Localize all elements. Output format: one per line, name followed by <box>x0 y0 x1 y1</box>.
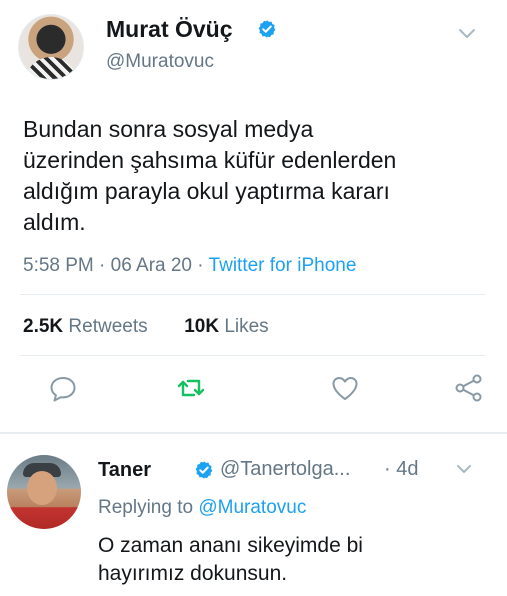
share-icon[interactable] <box>454 373 484 403</box>
tweet-text-line: Bundan sonra sosyal medya <box>23 116 314 142</box>
reply-author-avatar[interactable] <box>7 455 81 529</box>
author-avatar[interactable] <box>18 14 84 80</box>
reply-text: O zaman ananı sikeyimde bi hayırımız dok… <box>98 532 363 588</box>
tweet-time[interactable]: 5:58 PM <box>23 255 94 276</box>
reply-text-line: hayırımız dokunsun. <box>98 562 288 585</box>
heart-icon[interactable] <box>330 373 360 403</box>
replying-label: Replying to <box>98 497 194 518</box>
tweet-date[interactable]: 06 Ara 20 <box>111 255 192 276</box>
retweets-count: 2.5K <box>23 316 64 337</box>
tweet-text-line: üzerinden şahsıma küfür edenlerden <box>23 147 397 173</box>
tweet-text-line: aldığım parayla okul yaptırma kararı <box>23 178 390 204</box>
author-name[interactable]: Murat Övüç <box>106 16 233 43</box>
replying-to: Replying to @Muratovuc <box>98 497 306 519</box>
likes-count: 10K <box>184 316 220 337</box>
reply-author-name[interactable]: Taner <box>98 459 151 482</box>
tweet-text: Bundan sonra sosyal medya üzerinden şahs… <box>23 114 493 238</box>
replying-handle-link[interactable]: @Muratovuc <box>198 497 306 518</box>
tweet-text-line: aldım. <box>23 209 86 235</box>
section-divider <box>0 432 507 434</box>
likes-label: Likes <box>224 316 269 337</box>
tweet-source-link[interactable]: Twitter for iPhone <box>209 255 357 276</box>
divider <box>20 355 485 356</box>
verified-badge-icon <box>258 20 276 38</box>
chevron-down-icon[interactable] <box>458 28 476 40</box>
reply-text-line: O zaman ananı sikeyimde bi <box>98 534 363 557</box>
retweets-label: Retweets <box>68 316 148 337</box>
retweets-stat[interactable]: 2.5K Retweets <box>23 316 148 337</box>
author-handle[interactable]: @Muratovuc <box>106 51 214 73</box>
reply-author-handle[interactable]: @Tanertolga... <box>220 458 350 481</box>
verified-badge-icon <box>195 461 213 479</box>
retweet-icon[interactable] <box>176 373 206 403</box>
meta-separator: · <box>197 255 204 276</box>
divider <box>20 294 485 295</box>
meta-separator: · <box>99 255 106 276</box>
reply-time[interactable]: · 4d <box>384 458 418 481</box>
chevron-down-icon[interactable] <box>456 464 472 475</box>
tweet-meta: 5:58 PM · 06 Ara 20 · Twitter for iPhone <box>23 255 356 277</box>
likes-stat[interactable]: 10K Likes <box>184 316 269 337</box>
tweet-stats: 2.5K Retweets 10K Likes <box>23 316 269 338</box>
reply-icon[interactable] <box>48 374 78 404</box>
